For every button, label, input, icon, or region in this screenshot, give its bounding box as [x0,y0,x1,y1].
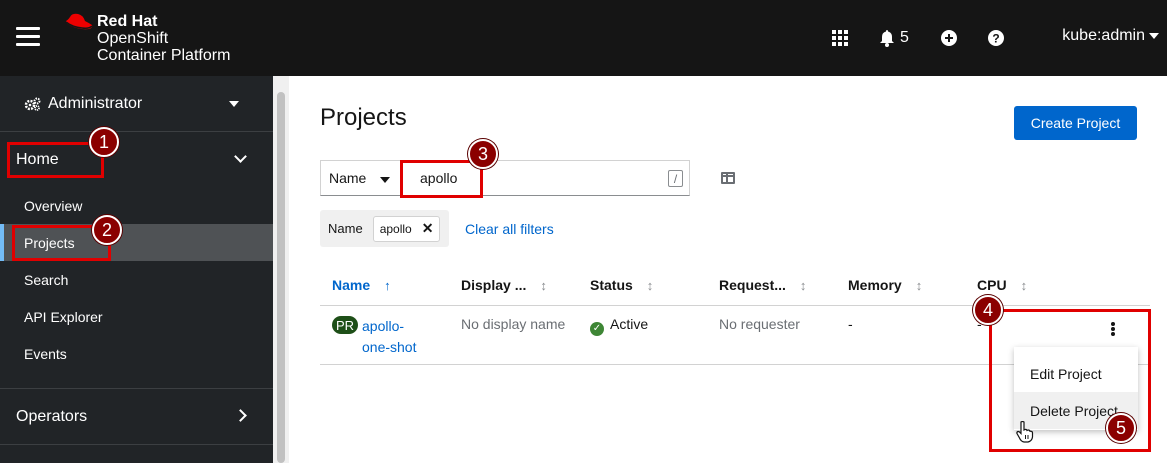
nav-divider [0,388,273,389]
svg-text:?: ? [992,32,999,46]
red-hat-logo-icon[interactable] [62,13,94,35]
sidebar-item-search[interactable]: Search [0,261,273,298]
callout-badge-3: 3 [468,139,498,169]
nav-divider [0,444,273,445]
sort-icon: ↕ [915,277,923,293]
caret-down-icon [229,101,239,107]
sidebar-item-api-explorer[interactable]: API Explorer [0,298,273,335]
status-text: Active [610,316,649,332]
chevron-right-icon[interactable] [234,409,247,422]
caret-down-icon [380,177,390,183]
hand-pointer-icon [1016,421,1034,443]
project-name-line: one-shot [362,339,417,355]
sidebar: Administrator Home Overview Projects Sea… [0,76,273,463]
project-resource-badge: PR [332,316,359,334]
sort-icon: ↕ [1020,277,1028,293]
cogs-icon [24,97,41,111]
column-header-cpu[interactable]: CPU ↕ [977,277,1027,293]
brand-openshift: OpenShift [97,30,169,47]
column-header-name[interactable]: Name ↑ [332,277,391,293]
nav-section-operators[interactable]: Operators [16,408,87,426]
perspective-switcher[interactable]: Administrator [0,76,273,132]
sidebar-scrollbar[interactable] [273,76,289,463]
check-circle-icon: ✓ [590,322,604,336]
project-name-link[interactable]: apollo- one-shot [362,316,432,358]
filter-type-label: Name [329,170,367,186]
manage-columns-icon[interactable] [721,172,735,184]
notifications-button[interactable]: 5 [879,28,909,48]
brand-container-platform: Container Platform [97,47,231,64]
clear-all-filters-link[interactable]: Clear all filters [465,221,554,237]
header-label: CPU [977,277,1007,293]
header-label: Display ... [461,277,527,293]
close-icon[interactable]: ✕ [422,220,434,237]
memory-cell: - [848,316,853,332]
column-header-memory[interactable]: Memory ↕ [848,277,922,293]
callout-badge-2: 2 [92,215,122,245]
callout-box-filter [400,160,483,198]
sort-icon: ↕ [799,277,807,293]
user-menu[interactable]: kube:admin [1062,27,1159,45]
callout-badge-5: 5 [1106,413,1136,443]
sidebar-item-overview[interactable]: Overview [0,187,273,224]
create-project-button[interactable]: Create Project [1014,106,1137,140]
app-launcher-icon[interactable] [832,28,848,48]
plus-circle-icon[interactable] [941,28,957,48]
header-label: Memory [848,277,902,293]
chip-group-category: Name [328,221,363,236]
filter-chip: apollo ✕ [372,215,441,242]
status-cell: ✓ Active [590,316,648,336]
header-label: Request... [719,277,786,293]
sort-ascending-icon: ↑ [384,277,391,293]
callout-badge-1: 1 [89,127,119,157]
hamburger-icon[interactable] [16,27,40,47]
requester-cell: No requester [719,316,800,332]
header-label: Name [332,277,371,293]
page-title: Projects [320,104,407,131]
masthead: Red Hat OpenShift Container Platform 5 ?… [0,0,1167,76]
chevron-down-icon[interactable] [234,150,247,163]
sidebar-item-events[interactable]: Events [0,335,273,372]
callout-badge-4: 4 [973,295,1003,325]
sort-icon: ↕ [646,277,654,293]
notifications-count: 5 [900,29,909,46]
column-header-display-name[interactable]: Display ... ↕ [461,277,547,293]
scrollbar-thumb[interactable] [277,92,285,463]
display-name-cell: No display name [461,316,566,332]
filter-type-select[interactable]: Name [320,160,401,196]
column-header-status[interactable]: Status ↕ [590,277,653,293]
keyboard-shortcut-hint: / [668,170,683,187]
bell-icon [880,29,894,47]
help-icon[interactable]: ? [988,28,1004,48]
user-name: kube:admin [1062,27,1145,44]
column-header-requester[interactable]: Request... ↕ [719,277,806,293]
perspective-label: Administrator [48,94,143,112]
sort-icon: ↕ [540,277,547,293]
header-label: Status [590,277,633,293]
chip-label: apollo [379,221,412,236]
caret-down-icon [1149,33,1159,39]
brand[interactable]: Red Hat OpenShift Container Platform [97,13,230,64]
project-name-line: apollo- [362,318,405,334]
filter-chip-group: Name apollo ✕ [320,210,449,247]
brand-red-hat: Red Hat [97,13,158,30]
table-header-divider [320,305,1150,306]
